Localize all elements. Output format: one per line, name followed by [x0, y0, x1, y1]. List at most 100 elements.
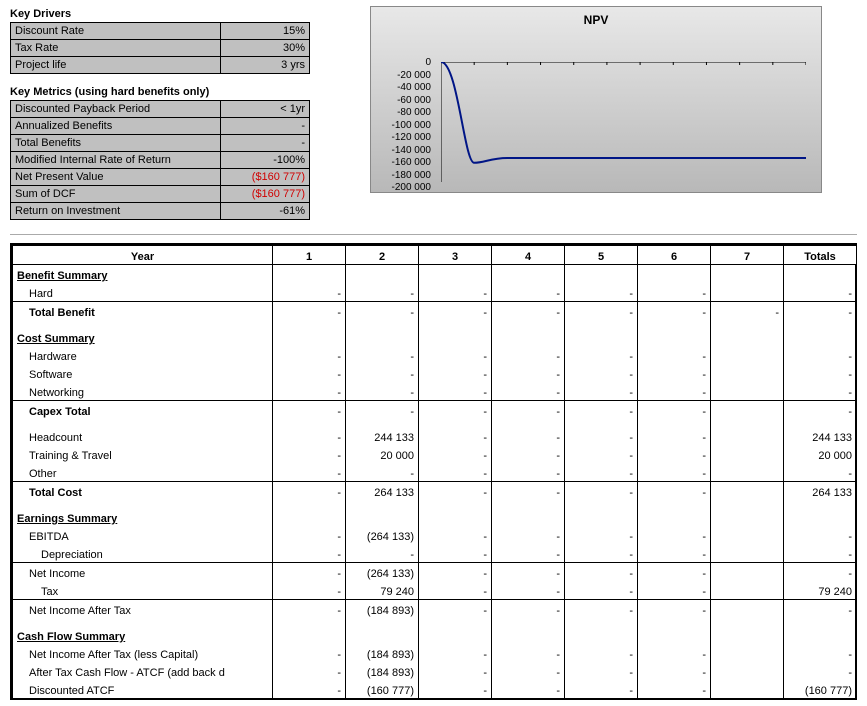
- grid-cell: -: [638, 364, 711, 382]
- grid-header-col: 1: [273, 246, 346, 265]
- grid-cell: -: [565, 364, 638, 382]
- metric-value: -: [221, 118, 310, 135]
- grid-cell: [711, 482, 784, 501]
- grid-cell: -: [565, 644, 638, 662]
- metric-label: Annualized Benefits: [11, 118, 221, 135]
- grid-cell: -: [273, 346, 346, 364]
- grid-cell: 20 000: [784, 445, 857, 463]
- grid-cell: -: [492, 662, 565, 680]
- grid-cell: -: [784, 644, 857, 662]
- grid-cell: -: [273, 581, 346, 600]
- grid-cell: -: [492, 644, 565, 662]
- grid-cell: -: [273, 600, 346, 619]
- grid-cell: -: [784, 346, 857, 364]
- grid-cell: -: [492, 401, 565, 420]
- grid-cell: -: [638, 445, 711, 463]
- section-heading: Cost Summary: [13, 328, 273, 346]
- metric-value: ($160 777): [221, 186, 310, 203]
- metric-label: Return on Investment: [11, 203, 221, 220]
- grid-cell: -: [784, 662, 857, 680]
- grid-cell: -: [638, 482, 711, 501]
- grid-cell: -: [492, 364, 565, 382]
- grid-cell: -: [492, 680, 565, 698]
- section-heading: Earnings Summary: [13, 508, 273, 526]
- grid-cell: -: [711, 302, 784, 321]
- grid-cell: -: [492, 526, 565, 544]
- summary-grid-wrapper: Year 1 2 3 4 5 6 7 Totals Benefit Summar…: [10, 243, 857, 700]
- grid-cell: -: [638, 302, 711, 321]
- grid-cell: [711, 401, 784, 420]
- grid-cell: -: [565, 346, 638, 364]
- grid-cell: -: [565, 662, 638, 680]
- left-column: Key Drivers Discount Rate15%Tax Rate30%P…: [10, 6, 315, 220]
- grid-cell: -: [784, 463, 857, 482]
- grid-cell: (264 133): [346, 526, 419, 544]
- grid-cell: -: [638, 283, 711, 302]
- grid-cell: -: [565, 581, 638, 600]
- grid-cell: -: [784, 382, 857, 401]
- grid-cell: 264 133: [346, 482, 419, 501]
- grid-cell: -: [565, 445, 638, 463]
- driver-label: Project life: [11, 57, 221, 74]
- grid-cell: -: [273, 463, 346, 482]
- row-label: Depreciation: [13, 544, 273, 563]
- grid-header-col: 4: [492, 246, 565, 265]
- metric-label: Net Present Value: [11, 169, 221, 186]
- chart-y-tick: -20 000: [377, 70, 431, 83]
- grid-cell: -: [273, 544, 346, 563]
- grid-cell: -: [346, 283, 419, 302]
- driver-value: 30%: [221, 40, 310, 57]
- grid-cell: -: [638, 382, 711, 401]
- grid-cell: -: [273, 445, 346, 463]
- grid-header-totals: Totals: [784, 246, 857, 265]
- grid-cell: -: [784, 526, 857, 544]
- grid-cell: [711, 644, 784, 662]
- grid-cell: -: [419, 526, 492, 544]
- grid-cell: -: [565, 463, 638, 482]
- row-label: EBITDA: [13, 526, 273, 544]
- grid-cell: -: [784, 401, 857, 420]
- grid-cell: [711, 445, 784, 463]
- grid-cell: -: [492, 482, 565, 501]
- grid-cell: -: [638, 600, 711, 619]
- grid-cell: -: [565, 302, 638, 321]
- grid-cell: -: [565, 482, 638, 501]
- grid-cell: -: [346, 463, 419, 482]
- driver-value: 15%: [221, 23, 310, 40]
- grid-cell: -: [565, 526, 638, 544]
- section-heading: Benefit Summary: [13, 265, 273, 284]
- grid-cell: -: [784, 600, 857, 619]
- row-label: Discounted ATCF: [13, 680, 273, 698]
- chart-y-tick: -60 000: [377, 95, 431, 108]
- grid-cell: -: [273, 680, 346, 698]
- grid-cell: -: [346, 382, 419, 401]
- grid-cell: (160 777): [784, 680, 857, 698]
- metric-value: -61%: [221, 203, 310, 220]
- grid-cell: -: [492, 427, 565, 445]
- driver-value: 3 yrs: [221, 57, 310, 74]
- grid-cell: -: [492, 581, 565, 600]
- grid-cell: [711, 581, 784, 600]
- grid-cell: -: [492, 382, 565, 401]
- grid-cell: -: [638, 427, 711, 445]
- grid-cell: [711, 662, 784, 680]
- grid-cell: [711, 382, 784, 401]
- metrics-table: Discounted Payback Period< 1yrAnnualized…: [10, 100, 310, 220]
- grid-cell: -: [638, 662, 711, 680]
- grid-header-col: 2: [346, 246, 419, 265]
- chart-title: NPV: [371, 7, 821, 27]
- metric-label: Discounted Payback Period: [11, 101, 221, 118]
- grid-cell: -: [492, 302, 565, 321]
- chart-y-tick: 0: [377, 57, 431, 70]
- grid-cell: -: [638, 581, 711, 600]
- grid-cell: [711, 563, 784, 582]
- grid-cell: -: [492, 283, 565, 302]
- grid-cell: -: [273, 283, 346, 302]
- row-label: Net Income After Tax (less Capital): [13, 644, 273, 662]
- grid-cell: -: [419, 302, 492, 321]
- grid-cell: -: [492, 445, 565, 463]
- grid-cell: -: [565, 544, 638, 563]
- chart-y-tick: -80 000: [377, 107, 431, 120]
- grid-cell: -: [419, 463, 492, 482]
- metric-label: Total Benefits: [11, 135, 221, 152]
